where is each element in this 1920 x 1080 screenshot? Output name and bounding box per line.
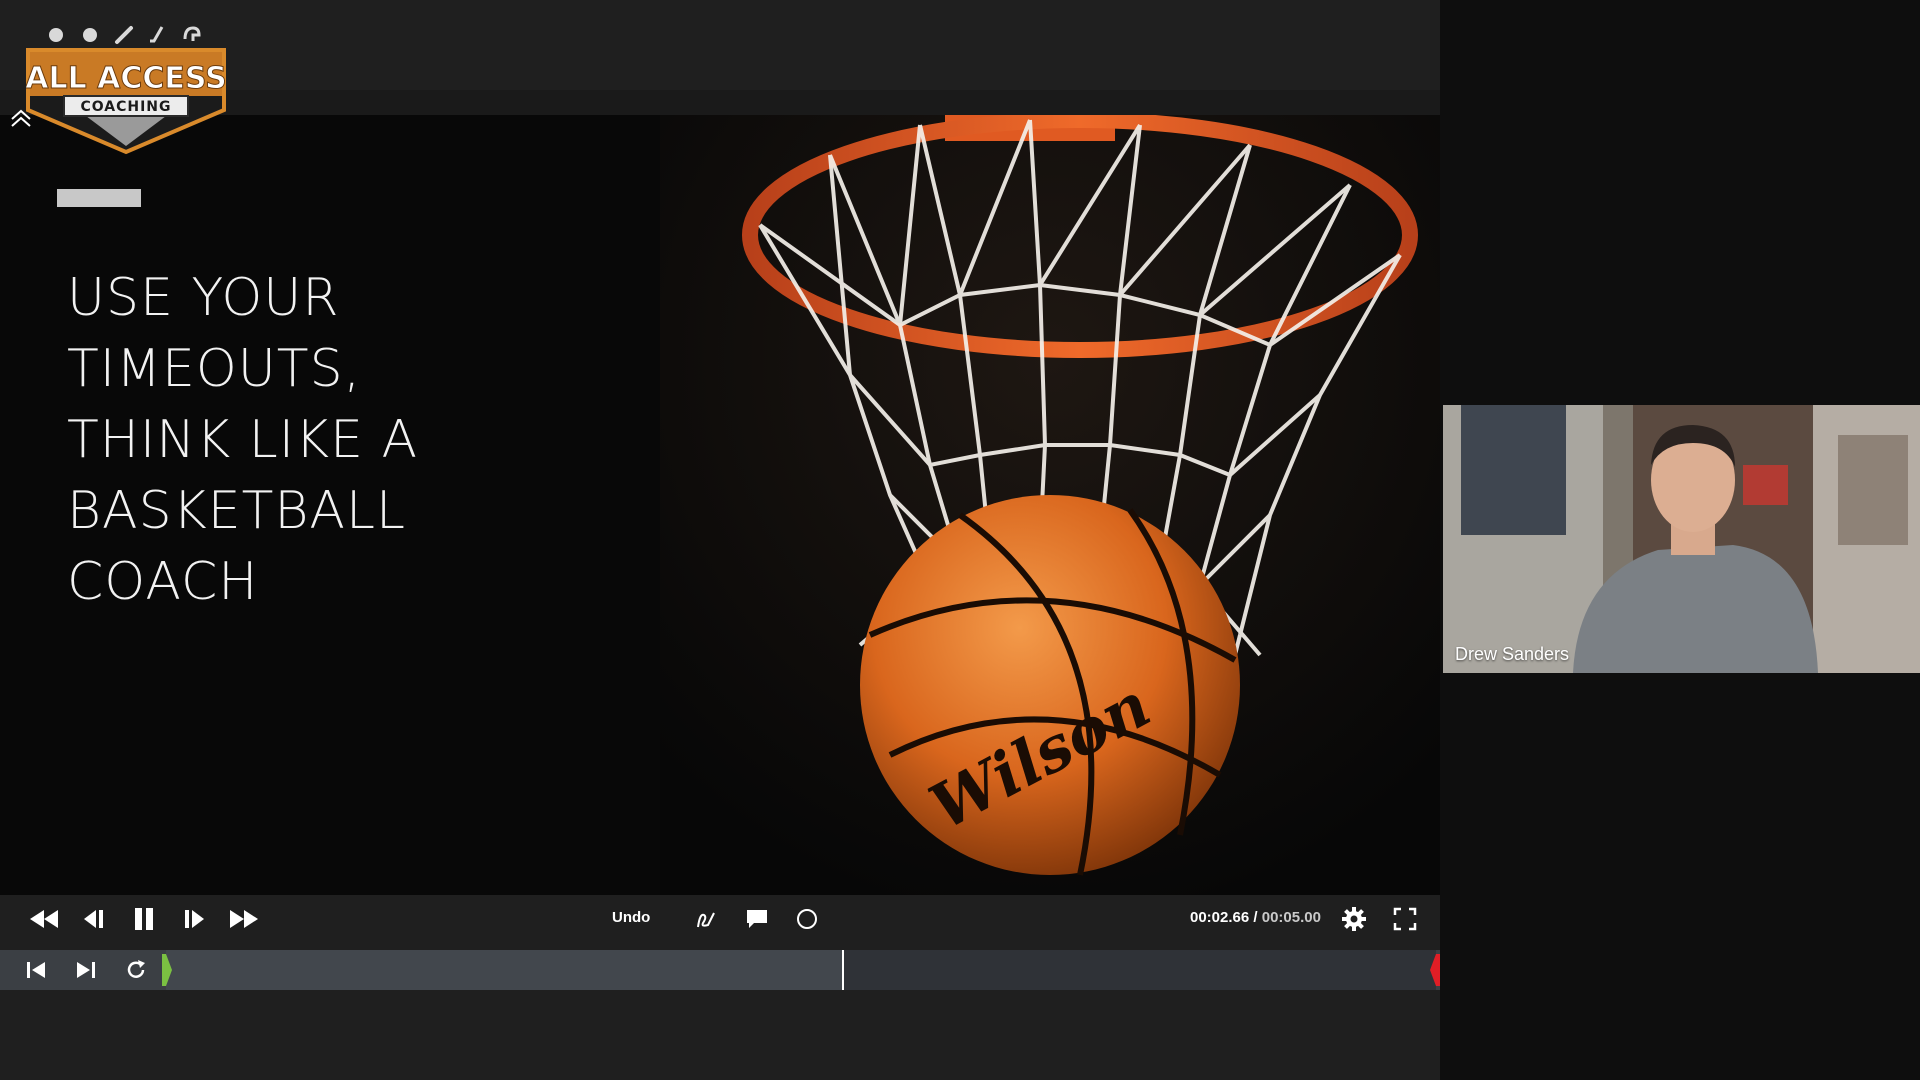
playhead[interactable]: [841, 950, 844, 990]
circle-icon: [797, 909, 817, 929]
comment-tool-button[interactable]: [739, 903, 775, 935]
pause-button[interactable]: [126, 903, 162, 935]
slide-accent-bar: [57, 189, 141, 207]
trim-start-handle[interactable]: [160, 954, 174, 986]
logo-line1: ALL ACCESS: [26, 61, 226, 96]
fullscreen-icon: [1393, 907, 1417, 931]
logo-badge: ALL ACCESS COACHING: [26, 48, 226, 155]
comment-icon: [747, 910, 767, 928]
slide-title: USE YOUR TIMEOUTS, THINK LIKE A BASKETBA…: [67, 268, 419, 612]
loop-button[interactable]: [120, 954, 152, 986]
timeline-bar: [0, 950, 1440, 990]
circle-tool-button[interactable]: [789, 903, 825, 935]
current-time: 00:02.66: [1190, 909, 1250, 926]
participant-name: Drew Sanders: [1455, 644, 1570, 664]
collapse-chevron-up-icon[interactable]: [8, 106, 34, 132]
skip-start-icon: [27, 962, 45, 978]
draw-tool-button[interactable]: [688, 903, 724, 935]
skip-to-start-button[interactable]: [20, 954, 52, 986]
undo-button[interactable]: Undo: [612, 909, 650, 926]
video-player: USE YOUR TIMEOUTS, THINK LIKE A BASKETBA…: [0, 0, 1440, 1080]
time-readout: 00:02.66 / 00:05.00: [1190, 909, 1321, 926]
skip-end-icon: [77, 962, 95, 978]
freehand-draw-icon: [697, 912, 715, 928]
logo-line2: COACHING: [80, 99, 171, 115]
time-separator: /: [1249, 909, 1262, 926]
gear-icon: [1342, 907, 1366, 931]
rewind-button[interactable]: [26, 903, 62, 935]
step-forward-icon: [185, 910, 204, 928]
fast-forward-button[interactable]: [226, 903, 262, 935]
all-access-coaching-logo: ALL ACCESS COACHING: [26, 24, 226, 156]
playback-controls: Undo 00:02.66 / 00:05.00: [0, 895, 1440, 943]
step-forward-button[interactable]: [176, 903, 212, 935]
rewind-icon: [30, 910, 58, 928]
skip-to-end-button[interactable]: [70, 954, 102, 986]
slide-stage: USE YOUR TIMEOUTS, THINK LIKE A BASKETBA…: [0, 115, 1440, 925]
settings-button[interactable]: [1336, 903, 1372, 935]
timeline-played-region: [166, 950, 842, 990]
webcam-video: [1443, 405, 1920, 673]
basketball-net-image: Wilson: [660, 115, 1440, 925]
pause-icon: [135, 908, 153, 930]
step-back-button[interactable]: [76, 903, 112, 935]
fullscreen-button[interactable]: [1387, 903, 1423, 935]
trim-end-handle[interactable]: [1430, 954, 1442, 986]
step-back-icon: [84, 910, 103, 928]
fast-forward-icon: [230, 910, 258, 928]
total-time: 00:05.00: [1261, 909, 1321, 926]
refresh-icon: [127, 960, 145, 978]
webcam-tile: Drew Sanders: [1443, 405, 1920, 673]
